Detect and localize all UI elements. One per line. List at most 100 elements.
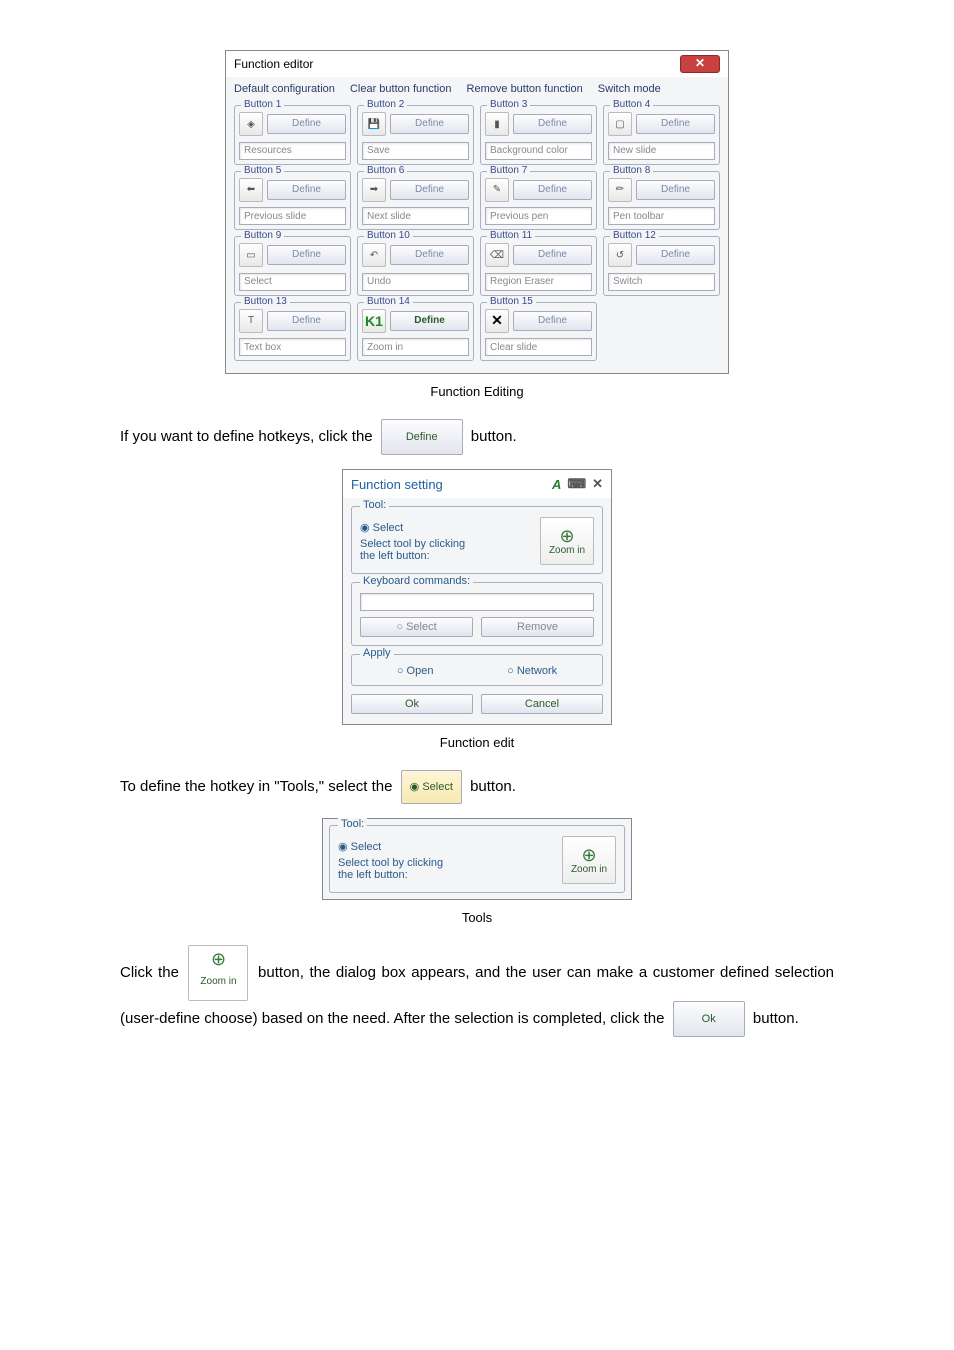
button-field-input[interactable] (485, 273, 592, 291)
define-button[interactable]: Define (267, 311, 346, 331)
button-group-label: Button 4 (610, 99, 653, 110)
button-group-label: Button 3 (487, 99, 530, 110)
button-group-label: Button 15 (487, 296, 536, 307)
fs-tool-label: Tool: (360, 499, 389, 511)
caption-tools: Tools (120, 910, 834, 925)
define-button[interactable]: Define (390, 114, 469, 134)
para-define-hotkeys: If you want to define hotkeys, click the… (120, 419, 834, 455)
button-group-11: Button 11⌫Define (480, 236, 597, 296)
button-group-label: Button 8 (610, 165, 653, 176)
inline-select-button[interactable]: ◉ Select (401, 770, 462, 804)
define-button[interactable]: Define (636, 245, 715, 265)
para-click-zoom: Click the ⊕ Zoom in button, the dialog b… (120, 945, 834, 1037)
button-group-1: Button 1◈Define (234, 105, 351, 165)
button-field-input[interactable] (362, 142, 469, 160)
button-field-input[interactable] (362, 338, 469, 356)
caption-function-edit: Function edit (120, 735, 834, 750)
inline-define-button[interactable]: Define (381, 419, 463, 455)
button-field-input[interactable] (239, 142, 346, 160)
button-group-label: Button 11 (487, 230, 535, 241)
close-icon[interactable]: ✕ (680, 55, 720, 73)
define-button[interactable]: Define (513, 114, 592, 134)
button-icon: ✎ (485, 178, 509, 202)
button-field-input[interactable] (485, 207, 592, 225)
button-group-12: Button 12↺Define (603, 236, 720, 296)
button-field-input[interactable] (608, 142, 715, 160)
button-group-2: Button 2💾Define (357, 105, 474, 165)
define-button[interactable]: Define (513, 180, 592, 200)
define-button[interactable]: Define (390, 311, 469, 331)
button-group-label: Button 12 (610, 230, 659, 241)
fs-select-radio[interactable]: ◉ Select (360, 521, 465, 534)
fs-zoom-button[interactable]: ⊕ Zoom in (540, 517, 594, 565)
buttons-grid: Button 1◈DefineButton 2💾DefineButton 3▮D… (226, 101, 728, 373)
menu-switch[interactable]: Switch mode (598, 83, 661, 95)
define-button[interactable]: Define (390, 245, 469, 265)
fs-titlebar: Function setting A ⌨ ✕ (343, 470, 611, 498)
button-group-label: Button 1 (241, 99, 284, 110)
define-button[interactable]: Define (636, 114, 715, 134)
inline-ok-button[interactable]: Ok (673, 1001, 745, 1037)
fs-apply-group: Apply ○ Open ○ Network (351, 654, 603, 686)
button-field-input[interactable] (485, 142, 592, 160)
button-icon: T (239, 309, 263, 333)
define-button[interactable]: Define (513, 311, 592, 331)
button-icon: ✕ (485, 309, 509, 333)
fs-close-icon[interactable]: ✕ (592, 476, 603, 492)
button-field-input[interactable] (485, 338, 592, 356)
button-group-8: Button 8✏Define (603, 171, 720, 231)
button-field-input[interactable] (608, 207, 715, 225)
fs-ok-button[interactable]: Ok (351, 694, 473, 714)
button-group-label: Button 9 (241, 230, 284, 241)
tools-tool-group: Tool: ◉ Select Select tool by clicking t… (329, 825, 625, 893)
button-group-13: Button 13TDefine (234, 302, 351, 362)
button-group-label: Button 14 (364, 296, 413, 307)
define-button[interactable]: Define (513, 245, 592, 265)
editor-menubar: Default configuration Clear button funct… (226, 77, 728, 101)
button-field-input[interactable] (239, 273, 346, 291)
menu-clear[interactable]: Clear button function (350, 83, 452, 95)
fs-network-radio[interactable]: ○ Network (507, 665, 557, 677)
button-icon: ↺ (608, 243, 632, 267)
define-button[interactable]: Define (390, 180, 469, 200)
button-group-label: Button 7 (487, 165, 530, 176)
fs-hint: Select tool by clicking the left button: (360, 538, 465, 562)
menu-default[interactable]: Default configuration (234, 83, 335, 95)
inline-zoom-button[interactable]: ⊕ Zoom in (188, 945, 248, 1001)
button-group-5: Button 5⬅Define (234, 171, 351, 231)
fs-select-button[interactable]: ○ Select (360, 617, 473, 637)
button-icon: ▭ (239, 243, 263, 267)
define-button[interactable]: Define (636, 180, 715, 200)
button-field-input[interactable] (362, 207, 469, 225)
button-icon: ⌫ (485, 243, 509, 267)
button-icon: ⬅ (239, 178, 263, 202)
button-group-label: Button 13 (241, 296, 290, 307)
button-group-10: Button 10↶Define (357, 236, 474, 296)
button-field-input[interactable] (362, 273, 469, 291)
button-group-label: Button 10 (364, 230, 413, 241)
tools-zoom-button[interactable]: ⊕ Zoom in (562, 836, 616, 884)
fs-cancel-button[interactable]: Cancel (481, 694, 603, 714)
button-icon: ➡ (362, 178, 386, 202)
menu-remove[interactable]: Remove button function (467, 83, 583, 95)
button-icon: ◈ (239, 112, 263, 136)
button-field-input[interactable] (239, 338, 346, 356)
define-button[interactable]: Define (267, 114, 346, 134)
fs-open-radio[interactable]: ○ Open (397, 665, 434, 677)
button-field-input[interactable] (239, 207, 346, 225)
zoom-in-icon: ⊕ (211, 950, 226, 968)
define-button[interactable]: Define (267, 245, 346, 265)
button-field-input[interactable] (608, 273, 715, 291)
fs-kb-input[interactable] (360, 593, 594, 611)
fs-remove-button[interactable]: Remove (481, 617, 594, 637)
button-group-7: Button 7✎Define (480, 171, 597, 231)
keyboard-icon: ⌨ (567, 476, 586, 492)
button-group-6: Button 6➡Define (357, 171, 474, 231)
button-icon: ✏ (608, 178, 632, 202)
editor-titlebar: Function editor ✕ (226, 51, 728, 77)
define-button[interactable]: Define (267, 180, 346, 200)
button-group-9: Button 9▭Define (234, 236, 351, 296)
tools-select-radio[interactable]: ◉ Select (338, 840, 443, 853)
button-icon: ↶ (362, 243, 386, 267)
para-define-tools: To define the hotkey in "Tools," select … (120, 770, 834, 804)
